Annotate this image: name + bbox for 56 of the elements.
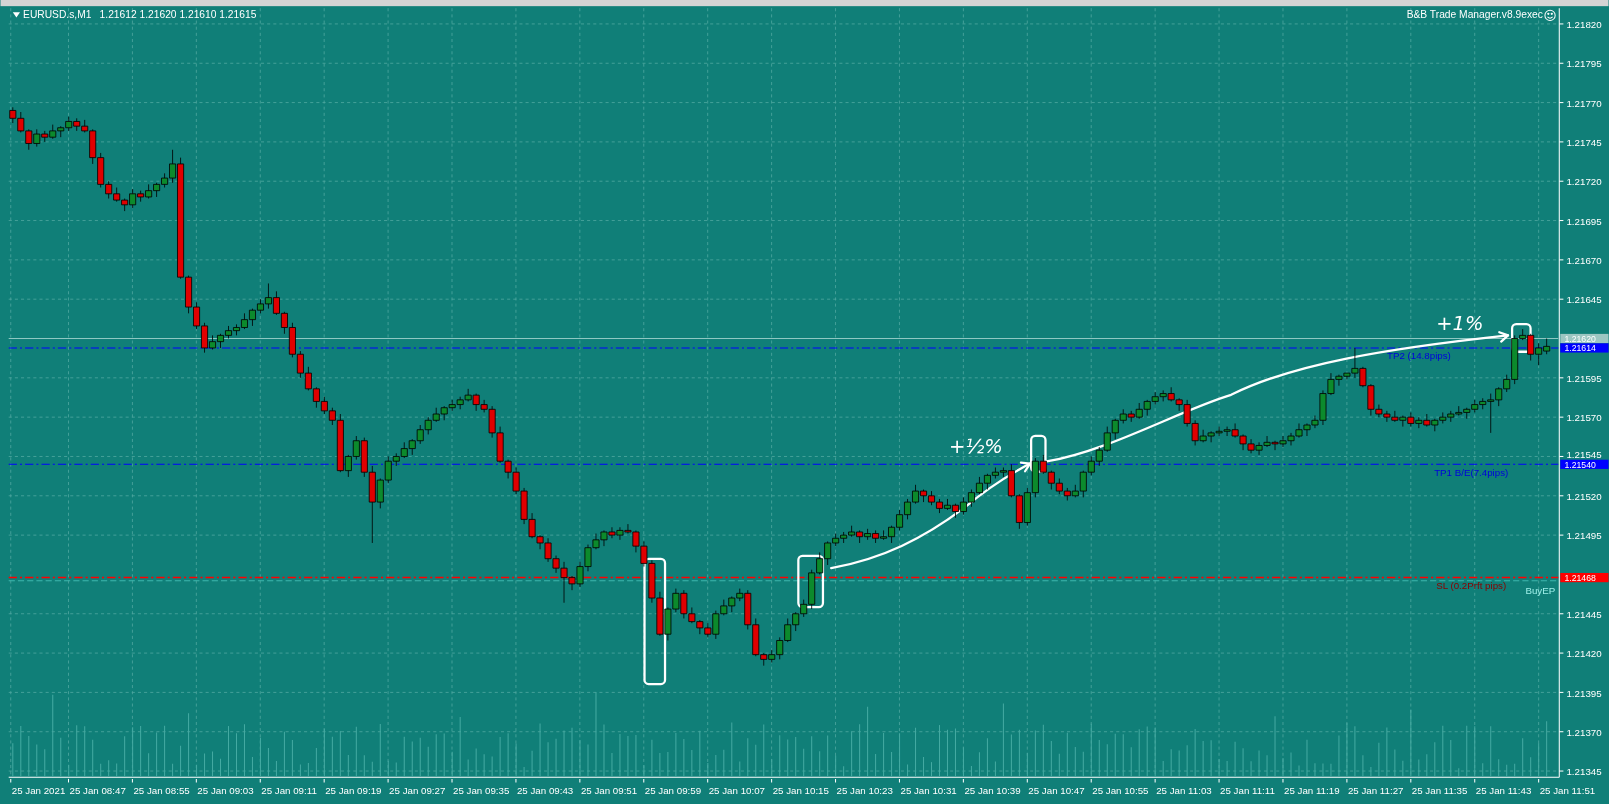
price-label: 1.21820 [1566,19,1602,31]
price-tag: 1.21620 [1560,333,1609,344]
level-label: BuyEP [1525,585,1556,596]
level-label: TP1 B/E(7.4pips) [1434,466,1509,478]
time-label: 25 Jan 11:51 [1539,784,1596,796]
time-label: 25 Jan 10:15 [772,784,829,796]
price-label: 1.21645 [1566,294,1602,306]
level-label: SL (0.2Prft pips) [1436,579,1507,591]
price-quote: 1.21612 1.21620 1.21610 1.21615 [99,9,257,21]
time-label: 25 Jan 2021 [11,784,66,796]
time-label: 25 Jan 08:55 [133,784,190,796]
handwritten-note: +½% [949,435,1003,459]
time-label: 25 Jan 11:19 [1284,784,1340,796]
time-label: 25 Jan 11:11 [1220,784,1275,796]
time-label: 25 Jan 11:35 [1411,784,1468,796]
price-label: 1.21545 [1566,448,1602,460]
price-tag: 1.21614 [1560,343,1609,354]
price-label: 1.21370 [1566,726,1602,738]
time-label: 25 Jan 10:07 [708,784,765,796]
time-label: 25 Jan 11:43 [1475,784,1532,796]
level-label: TP2 (14.8pips) [1387,350,1451,362]
expert-name: B&B Trade Manager.v8.9exec [1406,9,1543,21]
time-label: 25 Jan 10:55 [1092,784,1149,796]
price-label: 1.21670 [1566,254,1602,266]
price-label: 1.21595 [1566,372,1602,384]
price-label: 1.21745 [1566,137,1602,148]
handwritten-note: +1% [1436,312,1484,336]
time-label: 25 Jan 11:27 [1347,784,1404,796]
time-label: 25 Jan 10:39 [964,784,1021,796]
price-tag: 1.21540 [1560,459,1609,470]
time-label: 25 Jan 09:35 [453,784,510,796]
price-label: 1.21345 [1566,766,1602,778]
time-label: 25 Jan 09:11 [261,784,317,796]
time-label: 25 Jan 09:19 [325,784,382,796]
time-label: 25 Jan 09:43 [516,784,574,796]
price-label: 1.21795 [1566,58,1602,70]
time-label: 25 Jan 08:47 [69,784,126,796]
time-label: 25 Jan 09:59 [644,784,702,796]
price-label: 1.21770 [1566,97,1602,109]
time-label: 25 Jan 09:27 [389,784,446,796]
time-label: 25 Jan 10:31 [900,784,957,796]
price-label: 1.21420 [1566,648,1602,660]
price-label: 1.21395 [1566,687,1602,699]
price-label: 1.21570 [1566,412,1602,424]
price-label: 1.21520 [1566,490,1602,502]
time-label: 25 Jan 11:03 [1156,784,1212,796]
time-label: 25 Jan 10:47 [1028,784,1085,796]
price-label: 1.21720 [1566,176,1602,188]
price-tag: 1.21468 [1560,572,1609,583]
time-label: 25 Jan 09:03 [197,784,254,796]
time-label: 25 Jan 10:23 [836,784,893,796]
time-label: 25 Jan 09:51 [580,784,638,796]
price-label: 1.21445 [1566,608,1602,620]
chart-title: EURUSD.s,M1 [23,9,92,21]
price-label: 1.21695 [1566,215,1602,227]
price-label: 1.21495 [1566,530,1602,542]
